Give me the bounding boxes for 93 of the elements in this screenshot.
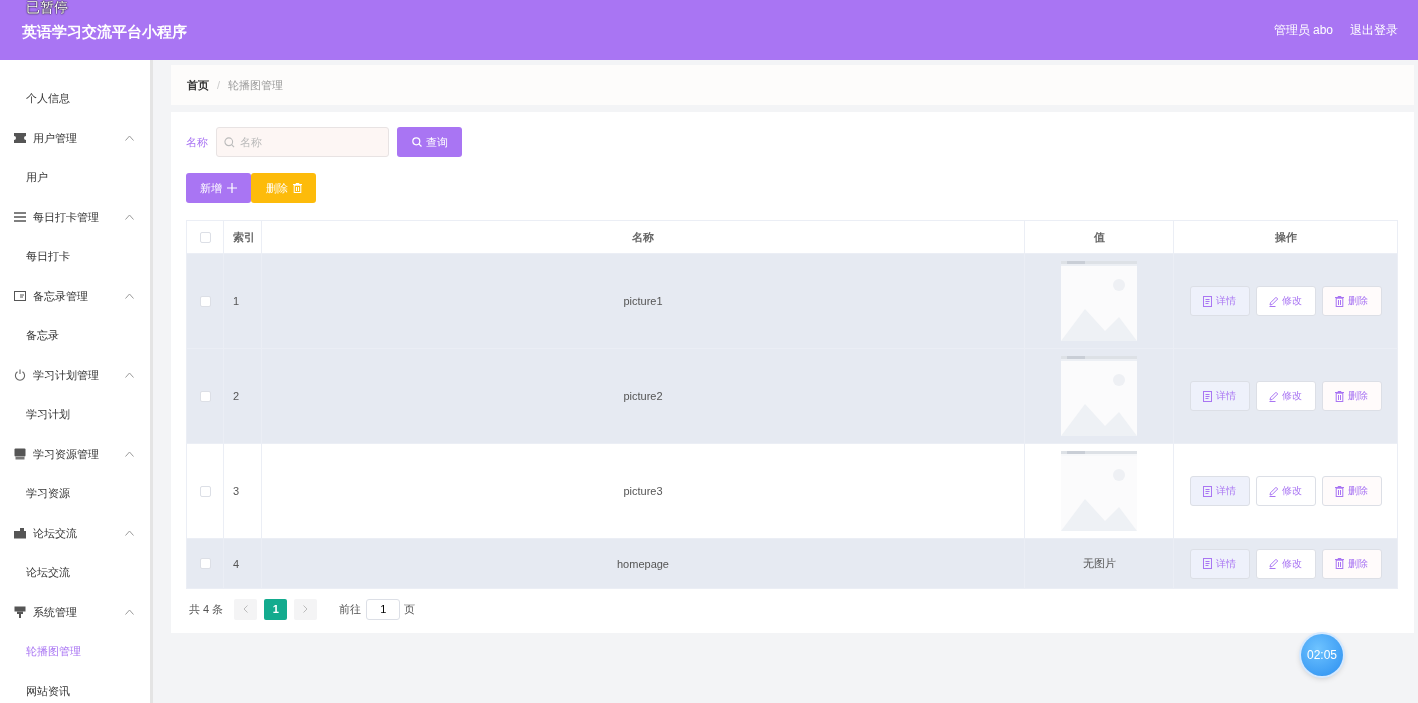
page-input[interactable]: 1 — [366, 598, 401, 620]
app-title: 英语学习交流平台小程序 — [22, 22, 187, 42]
menu-item[interactable]: 每日打卡 — [0, 237, 150, 277]
search-field[interactable]: 名称 — [216, 127, 389, 157]
add-button[interactable]: 新增 — [186, 173, 251, 203]
table-cell: 1 — [224, 254, 262, 348]
table-cell: homepage — [262, 539, 1025, 588]
menu-group[interactable]: 备忘录管理 — [0, 276, 150, 316]
trash-icon — [292, 183, 302, 193]
column-header: 索引 — [224, 221, 262, 253]
row-checkbox[interactable] — [199, 295, 211, 307]
paused-label: 已暂停 — [26, 0, 68, 17]
menu-group[interactable]: 系统管理 — [0, 592, 150, 632]
timer-badge[interactable]: 02:05 — [1301, 634, 1343, 676]
menu-group-label: 学习资源管理 — [33, 446, 99, 462]
goto-label: 前往 — [339, 601, 362, 617]
search-icon — [411, 137, 422, 147]
trash-icon — [1335, 390, 1344, 402]
table-cell: picture2 — [262, 349, 1025, 443]
detail-button[interactable]: 详情 — [1189, 286, 1250, 316]
select-all-checkbox[interactable] — [199, 231, 211, 243]
page-unit: 页 — [404, 601, 416, 617]
document-icon — [1203, 295, 1212, 307]
menu-group-label: 备忘录管理 — [33, 288, 88, 304]
pencil-icon — [1269, 558, 1278, 569]
menu-group-label: 学习计划管理 — [33, 367, 99, 383]
pencil-icon — [1269, 485, 1278, 497]
plus-icon — [227, 183, 237, 193]
delete-button[interactable]: 删除 — [1321, 548, 1382, 579]
ticket-icon — [14, 132, 26, 145]
briefcase-icon — [14, 527, 26, 540]
edit-button[interactable]: 修改 — [1255, 476, 1316, 506]
table-cell: picture3 — [262, 444, 1025, 538]
menu-group[interactable]: 论坛交流 — [0, 513, 150, 553]
edit-button[interactable]: 修改 — [1255, 548, 1316, 579]
total-count: 共 4 条 — [189, 601, 224, 617]
breadcrumb-link[interactable]: 首页 — [187, 77, 209, 93]
menu-group-label: 论坛交流 — [33, 525, 77, 541]
row-checkbox[interactable] — [199, 485, 211, 497]
menu-item[interactable]: 个人信息 — [0, 79, 150, 119]
table-cell: 2 — [224, 349, 262, 443]
row-checkbox[interactable] — [199, 558, 211, 569]
next-page-button[interactable] — [294, 598, 318, 620]
menu-group[interactable]: 用户管理 — [0, 118, 150, 158]
trash-icon — [1335, 295, 1344, 307]
chevron-left-icon — [243, 605, 249, 613]
row-checkbox[interactable] — [199, 390, 211, 402]
menu-item[interactable]: 轮播图管理 — [0, 632, 150, 672]
menu-item[interactable]: 用户 — [0, 158, 150, 198]
detail-button[interactable]: 详情 — [1189, 476, 1250, 506]
search-button[interactable]: 查询 — [397, 127, 462, 157]
pencil-icon — [1269, 390, 1278, 402]
cell-text: 无图片 — [1082, 556, 1116, 571]
logout-link[interactable]: 退出登录 — [1350, 21, 1398, 39]
chevron-right-icon — [303, 605, 309, 613]
column-header: 操作 — [1273, 229, 1298, 245]
menu-item[interactable]: 学习资源 — [0, 474, 150, 514]
detail-button[interactable]: 详情 — [1189, 381, 1250, 411]
table-cell: picture1 — [262, 254, 1025, 348]
breadcrumb-separator: / — [217, 79, 221, 91]
menu-group[interactable]: 学习计划管理 — [0, 355, 150, 395]
breadcrumb-current: 轮播图管理 — [228, 77, 284, 93]
detail-button[interactable]: 详情 — [1189, 548, 1250, 579]
list-icon — [14, 211, 26, 224]
document-icon — [1203, 485, 1212, 497]
menu-group-label: 系统管理 — [33, 604, 77, 620]
edit-button[interactable]: 修改 — [1255, 286, 1316, 316]
column-header: 名称 — [262, 221, 1025, 253]
field-label: 名称 — [186, 134, 209, 150]
page-button[interactable]: 1 — [264, 598, 288, 620]
menu-group[interactable]: 每日打卡管理 — [0, 197, 150, 237]
user-name: 管理员 abo — [1273, 21, 1333, 39]
document-icon — [1203, 558, 1212, 569]
menu-item[interactable]: 学习计划 — [0, 395, 150, 435]
edit-button[interactable]: 修改 — [1255, 381, 1316, 411]
previous-page-button[interactable] — [234, 598, 258, 620]
menu-item[interactable]: 论坛交流 — [0, 553, 150, 593]
trash-icon — [1335, 558, 1344, 569]
table-cell: 3 — [224, 444, 262, 538]
delete-button[interactable]: 删除 — [1321, 381, 1382, 411]
menu-group-label: 每日打卡管理 — [33, 209, 99, 225]
trash-icon — [1335, 485, 1344, 497]
menu-item[interactable]: 网站资讯 — [0, 671, 150, 703]
table-cell: 4 — [224, 539, 262, 588]
delete-button[interactable]: 删除 — [1321, 286, 1382, 316]
delete-button[interactable]: 删除 — [1321, 476, 1382, 506]
column-header: 值 — [1025, 221, 1174, 253]
pencil-icon — [1269, 295, 1278, 307]
document-icon — [1203, 390, 1212, 402]
menu-item[interactable]: 备忘录 — [0, 316, 150, 356]
menu-group-label: 用户管理 — [33, 130, 77, 146]
power-icon — [14, 369, 26, 382]
menu-group[interactable]: 学习资源管理 — [0, 434, 150, 474]
